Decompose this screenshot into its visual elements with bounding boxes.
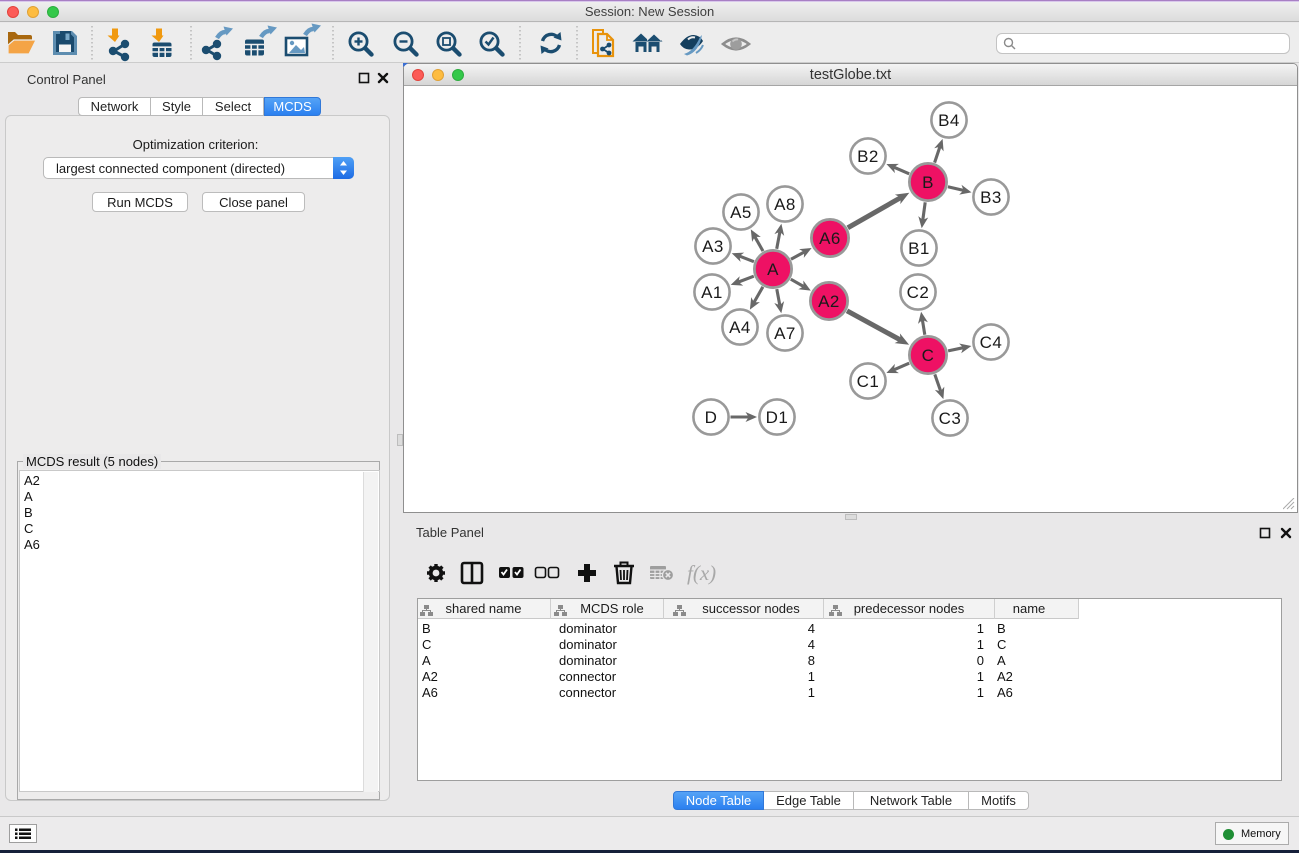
- svg-text:A2: A2: [818, 292, 840, 311]
- svg-text:B1: B1: [908, 239, 930, 258]
- svg-text:A: A: [767, 260, 779, 279]
- svg-text:A5: A5: [730, 203, 752, 222]
- svg-text:A4: A4: [729, 318, 751, 337]
- svg-text:D1: D1: [766, 408, 789, 427]
- svg-text:A8: A8: [774, 195, 796, 214]
- svg-text:A1: A1: [701, 283, 723, 302]
- svg-text:C: C: [922, 346, 935, 365]
- svg-text:A3: A3: [702, 237, 724, 256]
- svg-text:B2: B2: [857, 147, 879, 166]
- svg-text:C1: C1: [857, 372, 880, 391]
- svg-text:C4: C4: [980, 333, 1003, 352]
- svg-text:B3: B3: [980, 188, 1002, 207]
- svg-text:D: D: [705, 408, 718, 427]
- svg-text:A6: A6: [819, 229, 841, 248]
- svg-text:f(x): f(x): [687, 561, 716, 585]
- svg-text:C2: C2: [907, 283, 930, 302]
- svg-text:A7: A7: [774, 324, 796, 343]
- svg-text:B4: B4: [938, 111, 960, 130]
- svg-text:B: B: [922, 173, 934, 192]
- svg-text:C3: C3: [939, 409, 962, 428]
